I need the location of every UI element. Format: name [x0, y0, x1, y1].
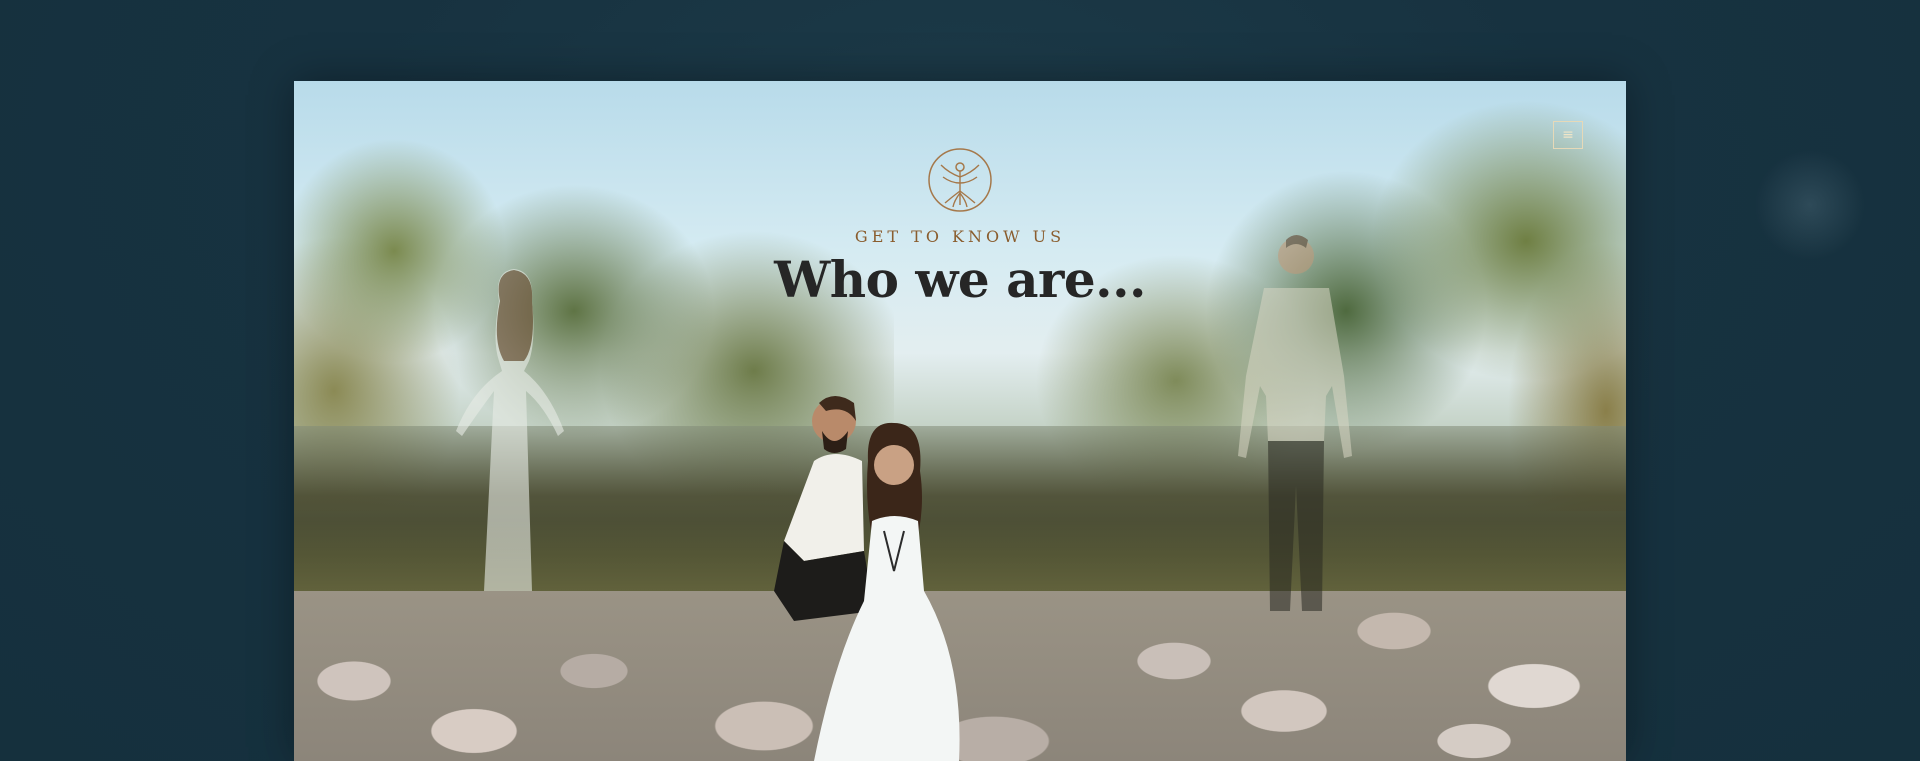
background-glow: [1755, 150, 1865, 260]
hero-header: GET TO KNOW US Who we are...: [294, 147, 1626, 309]
hero-screenshot-frame: GET TO KNOW US Who we are... ≡: [294, 81, 1626, 761]
hamburger-menu-button[interactable]: ≡: [1553, 121, 1583, 149]
woman-standing-figure: [456, 269, 564, 591]
seated-couple-figure: [774, 396, 960, 761]
hamburger-menu-icon: ≡: [1562, 127, 1574, 143]
hero-headline: Who we are...: [774, 250, 1146, 309]
tree-of-life-logo-icon: [928, 148, 992, 212]
hero-eyebrow: GET TO KNOW US: [854, 227, 1066, 246]
